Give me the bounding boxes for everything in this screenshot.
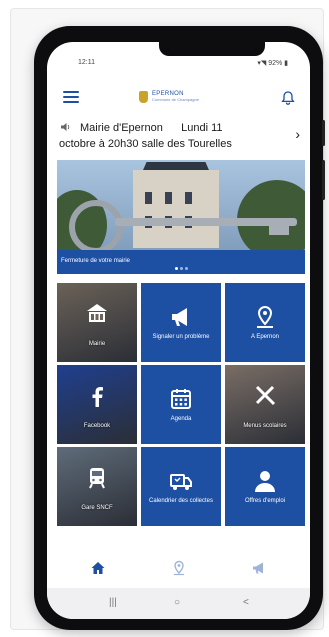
phone-volume-button [322, 120, 325, 146]
tile-label: Mairie [88, 341, 106, 347]
logo-subtitle: Commune de Champagne [152, 97, 199, 102]
megaphone-icon [168, 304, 194, 330]
phone-notch [159, 42, 265, 56]
tile-train[interactable]: Gare SNCF [57, 447, 137, 526]
speaker-icon [61, 123, 70, 131]
tile-garbage-truck[interactable]: Calendrier des collectes [141, 447, 221, 526]
tile-person[interactable]: Offres d'emploi [225, 447, 305, 526]
app-bar: EPERNON Commune de Champagne [47, 78, 310, 110]
tile-facebook[interactable]: Facebook [57, 365, 137, 444]
status-icons: ▾◥ 92% ▮ [257, 60, 288, 67]
menu-icon[interactable] [63, 91, 79, 103]
carousel-dot[interactable] [180, 267, 183, 270]
tile-map-pin[interactable]: A Epernon [225, 283, 305, 362]
home-icon[interactable] [90, 560, 106, 576]
facebook-icon [84, 383, 110, 409]
carousel-dot[interactable] [185, 267, 188, 270]
news-line-1: Mairie d'Epernon Lundi 11 [80, 122, 223, 134]
android-navigation-bar: ||| ○ < [47, 588, 310, 619]
notification-bell-icon[interactable] [280, 90, 296, 106]
map-pin-icon[interactable] [171, 560, 187, 576]
tile-label: Facebook [83, 423, 111, 429]
phone-power-button [322, 160, 325, 200]
tile-label: Agenda [170, 416, 192, 422]
battery-level: 92% [268, 60, 283, 67]
bottom-navigation [47, 554, 310, 584]
megaphone-icon[interactable] [251, 560, 267, 576]
map-pin-icon [252, 304, 278, 330]
train-icon [84, 465, 110, 491]
news-ticker[interactable]: Mairie d'Epernon Lundi 11 octobre à 20h3… [47, 118, 310, 154]
tile-town-hall[interactable]: Mairie [57, 283, 137, 362]
tile-label: Calendrier des collectes [148, 498, 214, 504]
tile-label: Offres d'emploi [244, 498, 286, 504]
status-time: 12:11 [78, 59, 95, 66]
tile-label: A Epernon [250, 334, 280, 340]
tile-calendar[interactable]: Agenda [141, 365, 221, 444]
chevron-right-icon[interactable]: › [295, 126, 300, 142]
hero-photo-building [133, 170, 219, 248]
calendar-icon [168, 386, 194, 412]
logo-emblem-icon [139, 91, 148, 103]
hero-photo-key-bit [269, 223, 289, 235]
person-icon [252, 468, 278, 494]
hero-caption: Fermeture de votre mairie [61, 258, 131, 264]
carousel-dot[interactable] [175, 267, 178, 270]
garbage-truck-icon [168, 468, 194, 494]
hero-caption-bar: Fermeture de votre mairie [57, 250, 305, 274]
shortcut-grid: Mairie Signaler un problème A Epernon Faceb… [57, 283, 305, 528]
tile-megaphone[interactable]: Signaler un problème [141, 283, 221, 362]
tile-label: Gare SNCF [81, 505, 113, 511]
hero-carousel[interactable]: Fermeture de votre mairie [57, 160, 305, 274]
town-hall-icon [84, 301, 110, 327]
home-button[interactable]: ○ [174, 597, 180, 608]
tile-label: Menus scolaires [243, 423, 287, 429]
news-line-2: octobre à 20h30 salle des Tourelles [59, 138, 232, 150]
tile-cutlery[interactable]: Menus scolaires [225, 365, 305, 444]
tile-label: Signaler un problème [152, 334, 210, 340]
carousel-dots[interactable] [175, 267, 188, 270]
cutlery-icon [252, 383, 278, 409]
hero-photo-key [69, 200, 123, 254]
app-logo: EPERNON Commune de Champagne [139, 89, 199, 105]
back-button[interactable]: < [243, 597, 249, 608]
recents-button[interactable]: ||| [109, 597, 117, 608]
phone-screen: 12:11 ▾◥ 92% ▮ EPERNON Commune de Champa… [47, 42, 310, 619]
